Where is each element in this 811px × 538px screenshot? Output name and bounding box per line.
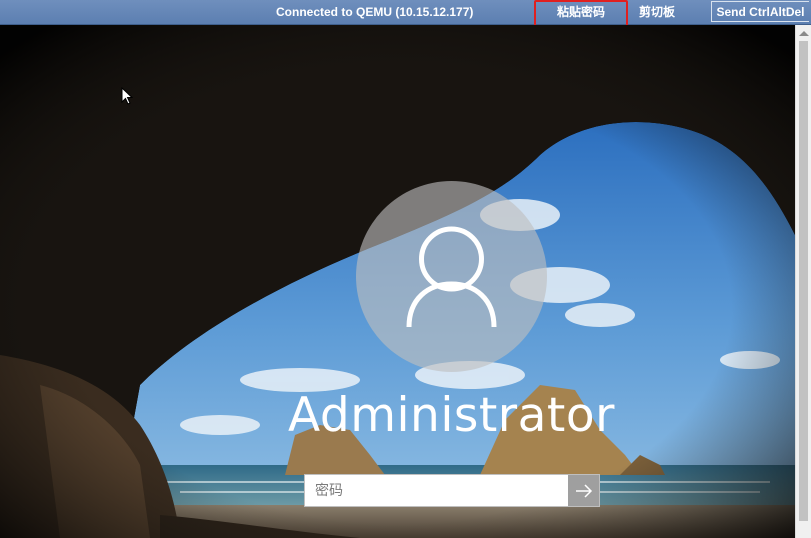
password-field bbox=[304, 474, 600, 507]
password-input[interactable] bbox=[305, 475, 568, 506]
arrow-right-icon bbox=[575, 483, 592, 498]
vnc-toolbar: Connected to QEMU (10.15.12.177) 粘贴密码 剪切… bbox=[0, 0, 811, 25]
connection-status: Connected to QEMU (10.15.12.177) bbox=[276, 5, 474, 19]
scroll-thumb[interactable] bbox=[799, 41, 808, 521]
user-icon bbox=[406, 226, 497, 328]
mouse-pointer-icon bbox=[121, 87, 133, 105]
password-submit-button[interactable] bbox=[568, 475, 599, 506]
scrollbar[interactable] bbox=[795, 25, 811, 538]
send-ctrl-alt-del-button[interactable]: Send CtrlAltDel bbox=[711, 1, 809, 22]
clipboard-button[interactable]: 剪切板 bbox=[632, 3, 682, 21]
user-avatar bbox=[356, 181, 547, 372]
username-label: Administrator bbox=[288, 388, 615, 443]
scroll-up-icon[interactable] bbox=[799, 31, 809, 36]
